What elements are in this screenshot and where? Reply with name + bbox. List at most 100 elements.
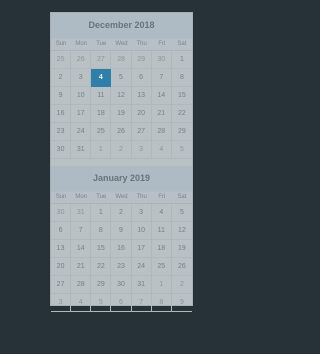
calendar-day[interactable]: 28 <box>111 51 132 69</box>
calendar-day[interactable]: 5 <box>111 69 132 87</box>
calendar-day[interactable]: 19 <box>111 105 132 123</box>
calendar-day[interactable]: 27 <box>131 123 152 141</box>
month-title: January 2019 <box>51 166 192 192</box>
calendar-day[interactable]: 23 <box>51 123 72 141</box>
calendar-day[interactable]: 4 <box>151 204 172 222</box>
calendar-day[interactable]: 9 <box>111 222 132 240</box>
calendar-day[interactable]: 27 <box>51 276 72 294</box>
calendar-day[interactable]: 26 <box>171 258 192 276</box>
calendar-day[interactable]: 29 <box>171 123 192 141</box>
calendar-day[interactable]: 16 <box>51 105 72 123</box>
calendar-day[interactable]: 1 <box>171 51 192 69</box>
calendar-day[interactable]: 4 <box>71 294 92 312</box>
calendar-day[interactable]: 18 <box>91 105 112 123</box>
calendar-day[interactable]: 25 <box>151 258 172 276</box>
calendar-day[interactable]: 25 <box>91 123 112 141</box>
calendar-day[interactable]: 20 <box>51 258 72 276</box>
calendar-day[interactable]: 28 <box>71 276 92 294</box>
calendar-day[interactable]: 4 <box>151 141 172 159</box>
calendar-day[interactable]: 5 <box>91 294 112 312</box>
calendar-day[interactable]: 12 <box>111 87 132 105</box>
calendar-day[interactable]: 12 <box>171 222 192 240</box>
calendar-day[interactable]: 7 <box>71 222 92 240</box>
calendar-day[interactable]: 6 <box>51 222 72 240</box>
day-grid: 30 31 1 2 3 4 5 6 7 8 9 10 11 12 13 14 15 16 17 18 19 20 21 22 2… <box>51 204 192 312</box>
calendar-day[interactable]: 14 <box>71 240 92 258</box>
calendar-day[interactable]: 5 <box>171 141 192 159</box>
calendar-day[interactable]: 14 <box>151 87 172 105</box>
calendar-day[interactable]: 8 <box>91 222 112 240</box>
calendar-day[interactable]: 30 <box>111 276 132 294</box>
calendar-day[interactable]: 8 <box>151 294 172 312</box>
weekday-label-tue: Tue <box>96 194 107 200</box>
calendar-day[interactable]: 3 <box>71 69 92 87</box>
calendar-day[interactable]: 22 <box>91 258 112 276</box>
calendar-day[interactable]: 2 <box>111 141 132 159</box>
weekday-label-sun: Sun <box>55 41 67 47</box>
calendar-day[interactable]: 10 <box>71 87 92 105</box>
calendar-day[interactable]: 9 <box>51 87 72 105</box>
weekday-label-wed: Wed <box>115 41 128 47</box>
calendar-day[interactable]: 1 <box>91 204 112 222</box>
calendar-day[interactable]: 9 <box>171 294 192 312</box>
calendar-day[interactable]: 8 <box>171 69 192 87</box>
weekday-header: Sun Mon Tue Wed Thu Fri Sat <box>51 192 192 204</box>
weekday-label-mon: Mon <box>75 41 88 47</box>
calendar-day[interactable]: 21 <box>151 105 172 123</box>
weekday-header: Sun Mon Tue Wed Thu Fri Sat <box>51 39 192 51</box>
calendar-day[interactable]: 31 <box>71 141 92 159</box>
calendar-day[interactable]: 1 <box>151 276 172 294</box>
calendar-day[interactable]: 15 <box>171 87 192 105</box>
weekday-label-sat: Sat <box>177 194 187 200</box>
calendar-day[interactable]: 1 <box>91 141 112 159</box>
calendar-day[interactable]: 23 <box>111 258 132 276</box>
calendar-day[interactable]: 15 <box>91 240 112 258</box>
calendar-day[interactable]: 30 <box>51 204 72 222</box>
calendar-day[interactable]: 31 <box>131 276 152 294</box>
calendar-day[interactable]: 6 <box>111 294 132 312</box>
calendar-day[interactable]: 22 <box>171 105 192 123</box>
calendar-day[interactable]: 29 <box>91 276 112 294</box>
calendar-day[interactable]: 30 <box>151 51 172 69</box>
calendar-day[interactable]: 10 <box>131 222 152 240</box>
calendar-day[interactable]: 2 <box>51 69 72 87</box>
calendar-day[interactable]: 7 <box>151 69 172 87</box>
calendar-day[interactable]: 2 <box>171 276 192 294</box>
calendar-day[interactable]: 16 <box>111 240 132 258</box>
weekday-label-mon: Mon <box>75 194 88 200</box>
weekday-label-thu: Thu <box>136 41 147 47</box>
calendar-day[interactable]: 31 <box>71 204 92 222</box>
calendar-day[interactable]: 24 <box>131 258 152 276</box>
calendar-day[interactable]: 5 <box>171 204 192 222</box>
calendar-day[interactable]: 3 <box>131 141 152 159</box>
calendar-day[interactable]: 11 <box>151 222 172 240</box>
calendar-day[interactable]: 2 <box>111 204 132 222</box>
calendar-day[interactable]: 3 <box>131 204 152 222</box>
calendar-panel: December 2018 Sun Mon Tue Wed Thu Fri Sa… <box>51 13 192 312</box>
calendar-day[interactable]: 3 <box>51 294 72 312</box>
calendar-day[interactable]: 24 <box>71 123 92 141</box>
calendar-day[interactable]: 11 <box>91 87 112 105</box>
month-title: December 2018 <box>51 13 192 39</box>
calendar-day[interactable]: 26 <box>111 123 132 141</box>
calendar-day[interactable]: 30 <box>51 141 72 159</box>
calendar-day[interactable]: 28 <box>151 123 172 141</box>
calendar-day[interactable]: 17 <box>131 240 152 258</box>
calendar-day-selected[interactable]: 4 <box>91 69 112 87</box>
calendar-day[interactable]: 13 <box>51 240 72 258</box>
weekday-label-tue: Tue <box>96 41 107 47</box>
calendar-day[interactable]: 27 <box>91 51 112 69</box>
calendar-day[interactable]: 7 <box>131 294 152 312</box>
calendar-day[interactable]: 21 <box>71 258 92 276</box>
calendar-day[interactable]: 18 <box>151 240 172 258</box>
calendar-day[interactable]: 26 <box>71 51 92 69</box>
weekday-label-wed: Wed <box>115 194 128 200</box>
weekday-label-fri: Fri <box>158 194 166 200</box>
calendar-day[interactable]: 6 <box>131 69 152 87</box>
calendar-day[interactable]: 17 <box>71 105 92 123</box>
calendar-day[interactable]: 29 <box>131 51 152 69</box>
calendar-day[interactable]: 25 <box>51 51 72 69</box>
calendar-day[interactable]: 13 <box>131 87 152 105</box>
calendar-day[interactable]: 19 <box>171 240 192 258</box>
calendar-day[interactable]: 20 <box>131 105 152 123</box>
